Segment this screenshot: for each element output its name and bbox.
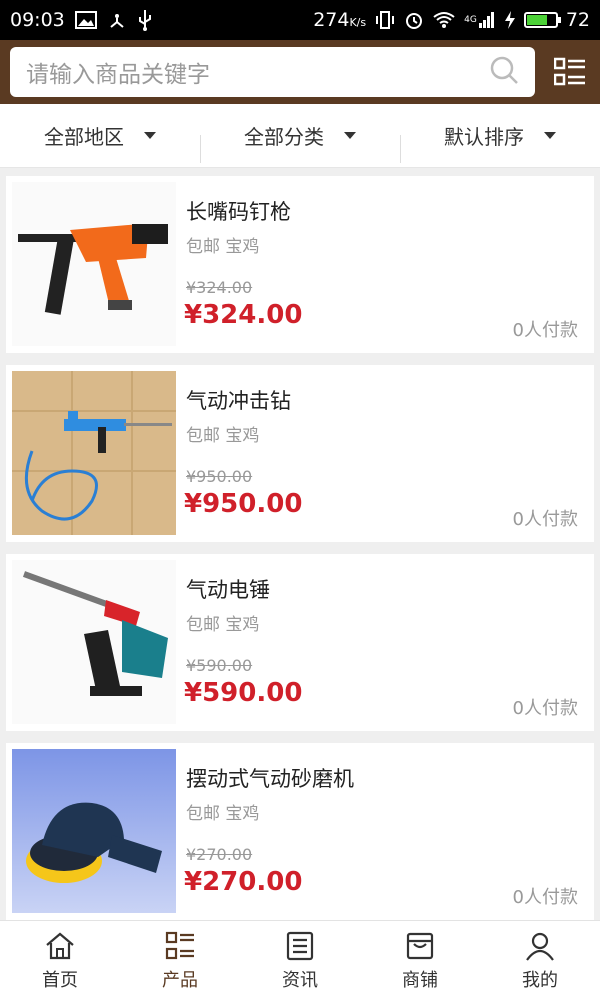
product-image-nail-gun[interactable] — [12, 182, 176, 346]
product-shipping: 包邮 宝鸡 — [186, 237, 260, 257]
product-price: ¥590.00 — [184, 678, 303, 708]
product-original-price: ¥950.00 — [186, 467, 253, 486]
product-shipping: 包邮 宝鸡 — [186, 804, 260, 824]
product-card[interactable]: 长嘴码钉枪 包邮 宝鸡 ¥324.00 ¥324.00 0人付款 — [6, 176, 594, 353]
product-image-pneumatic-drill[interactable] — [12, 371, 176, 535]
product-name[interactable]: 长嘴码钉枪 — [186, 196, 291, 226]
product-shipping: 包邮 宝鸡 — [186, 615, 260, 635]
vibrate-icon — [374, 10, 396, 30]
status-bar: 09:03 274K/s 4G 72 — [0, 0, 600, 40]
caret-down-icon — [144, 132, 156, 139]
list-menu-icon — [554, 57, 585, 86]
usb-icon — [137, 9, 153, 31]
search-placeholder: 请输入商品关键字 — [26, 62, 210, 88]
product-name[interactable]: 气动冲击钻 — [186, 385, 291, 415]
wifi-icon — [432, 11, 456, 29]
product-price: ¥270.00 — [184, 867, 303, 897]
search-icon[interactable] — [489, 55, 519, 89]
bottom-tab-bar: 首页 产品 资讯 商铺 我的 — [0, 920, 600, 1000]
filter-category[interactable]: 全部分类 — [200, 121, 400, 163]
product-shipping: 包邮 宝鸡 — [186, 426, 260, 446]
tab-store[interactable]: 商铺 — [360, 921, 480, 1000]
product-image-orbital-sander[interactable] — [12, 749, 176, 913]
filter-region[interactable]: 全部地区 — [0, 121, 200, 150]
battery-icon — [523, 12, 561, 28]
product-original-price: ¥324.00 — [186, 278, 253, 297]
product-name[interactable]: 摆动式气动砂磨机 — [186, 763, 354, 793]
share-icon — [107, 10, 127, 30]
user-icon — [526, 932, 554, 961]
tab-label: 资讯 — [282, 969, 318, 991]
product-card[interactable]: 摆动式气动砂磨机 包邮 宝鸡 ¥270.00 ¥270.00 0人付款 — [6, 743, 594, 920]
product-image-rotary-hammer[interactable] — [12, 560, 176, 724]
home-icon — [46, 932, 74, 959]
tab-mine[interactable]: 我的 — [480, 921, 600, 1000]
charging-icon — [504, 10, 516, 30]
alarm-icon — [404, 10, 424, 30]
product-paid-count: 0人付款 — [512, 320, 578, 341]
tab-products[interactable]: 产品 — [120, 921, 240, 1000]
product-price: ¥324.00 — [184, 300, 303, 330]
product-name[interactable]: 气动电锤 — [186, 574, 270, 604]
battery-level: 72 — [565, 9, 590, 31]
product-card[interactable]: 气动电锤 包邮 宝鸡 ¥590.00 ¥590.00 0人付款 — [6, 554, 594, 731]
store-icon — [406, 932, 434, 959]
product-price: ¥950.00 — [184, 489, 303, 519]
product-original-price: ¥590.00 — [186, 656, 253, 675]
product-original-price: ¥270.00 — [186, 845, 253, 864]
list-icon — [165, 931, 194, 959]
product-paid-count: 0人付款 — [512, 509, 578, 530]
gallery-icon — [74, 11, 97, 29]
category-menu-button[interactable] — [550, 52, 590, 92]
news-icon — [286, 931, 314, 960]
network-speed: 274K/s — [313, 9, 367, 31]
tab-label: 我的 — [522, 969, 558, 991]
product-card[interactable]: 气动冲击钻 包邮 宝鸡 ¥950.00 ¥950.00 0人付款 — [6, 365, 594, 542]
product-paid-count: 0人付款 — [512, 698, 578, 719]
signal-icon: 4G — [464, 11, 496, 29]
product-list: 长嘴码钉枪 包邮 宝鸡 ¥324.00 ¥324.00 0人付款 气动冲击钻 包… — [0, 168, 600, 920]
filter-sort[interactable]: 默认排序 — [400, 121, 600, 163]
caret-down-icon — [544, 132, 556, 139]
tab-home[interactable]: 首页 — [0, 921, 120, 1000]
search-input[interactable]: 请输入商品关键字 — [10, 47, 535, 97]
tab-label: 首页 — [42, 969, 78, 991]
tab-label: 产品 — [162, 969, 198, 991]
product-paid-count: 0人付款 — [512, 887, 578, 908]
tab-label: 商铺 — [402, 969, 438, 991]
header: 请输入商品关键字 — [0, 40, 600, 104]
status-time: 09:03 — [10, 9, 65, 31]
tab-news[interactable]: 资讯 — [240, 921, 360, 1000]
filter-bar: 全部地区 全部分类 默认排序 — [0, 104, 600, 168]
caret-down-icon — [344, 132, 356, 139]
